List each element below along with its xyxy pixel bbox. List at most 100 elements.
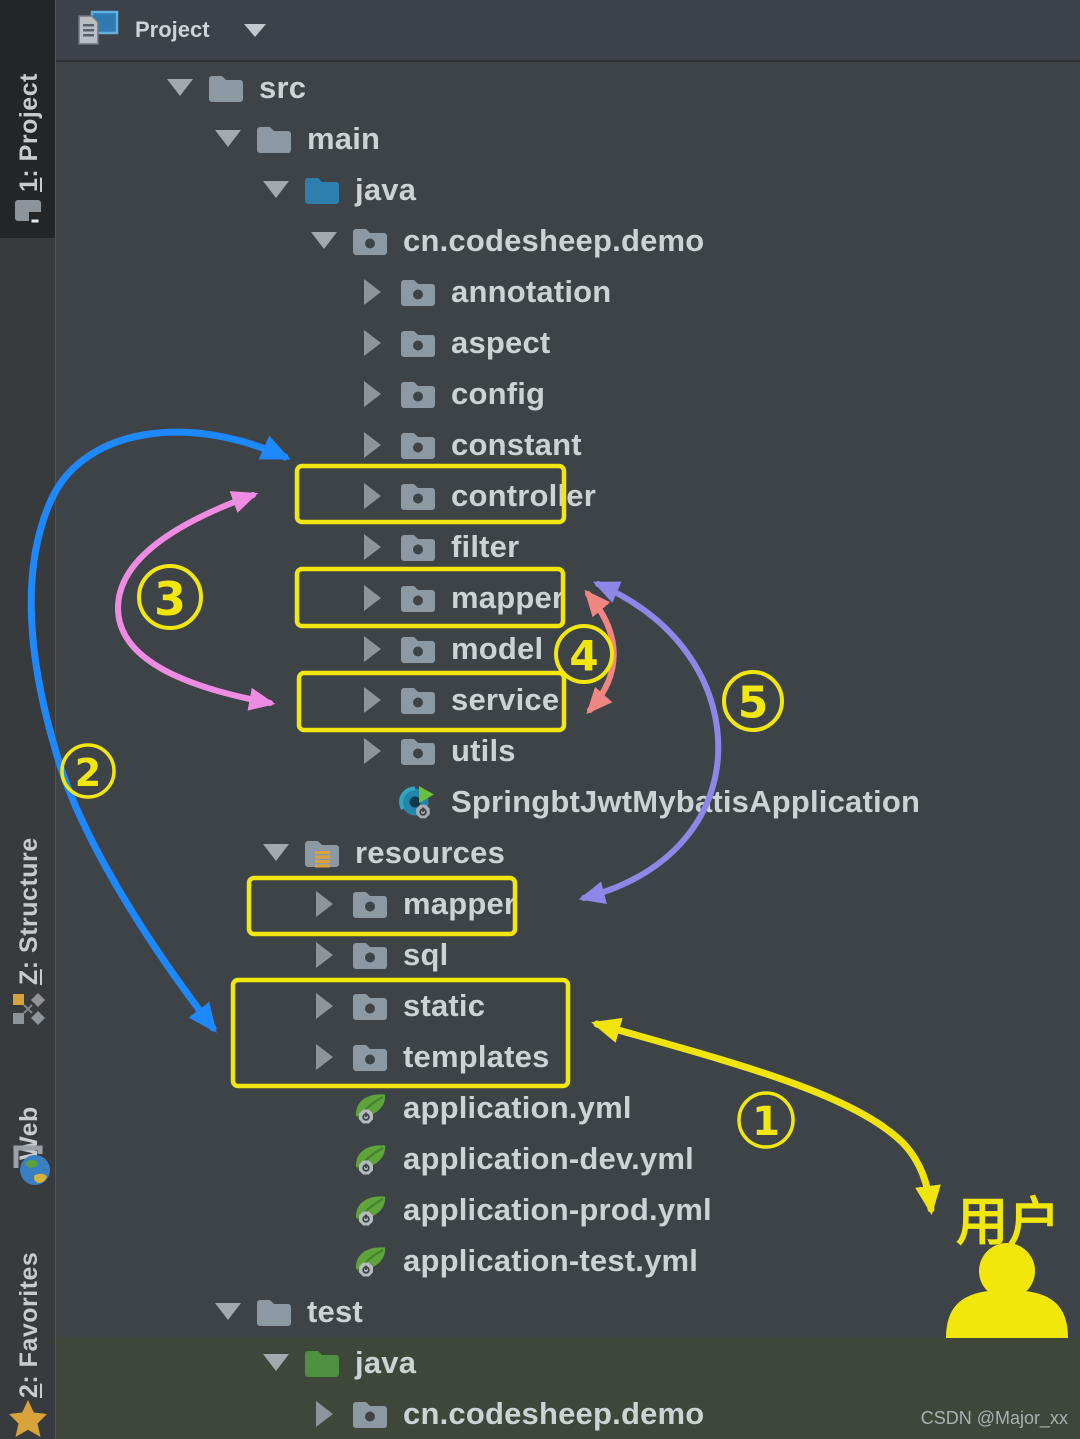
tool-window-button-structure[interactable]: Z: Structure — [15, 837, 44, 985]
package-icon — [399, 479, 437, 513]
web-globe-icon — [12, 1144, 52, 1193]
collapse-toggle-icon[interactable] — [215, 1303, 241, 1320]
package-icon — [351, 887, 389, 921]
tool-window-button-favorites[interactable]: 2: Favorites — [15, 1252, 44, 1398]
tree-row-application-dev-yml[interactable]: application-dev.yml — [55, 1133, 1080, 1184]
tree-row-label: application-test.yml — [403, 1243, 698, 1279]
project-tool-icon — [13, 196, 43, 231]
tree-row-label: SpringbtJwtMybatisApplication — [451, 784, 920, 820]
tool-window-stripe: 1: Project Z: Structure Web — [0, 0, 56, 1439]
tree-row-filter[interactable]: filter — [55, 521, 1080, 572]
tree-row-service[interactable]: service — [55, 674, 1080, 725]
tree-row-test[interactable]: test — [55, 1286, 1080, 1337]
collapse-toggle-icon[interactable] — [215, 130, 241, 147]
tree-row-label: java — [355, 1345, 416, 1381]
tree-row-label: aspect — [451, 325, 550, 361]
expand-toggle-icon[interactable] — [359, 738, 385, 764]
expand-toggle-icon[interactable] — [359, 330, 385, 356]
package-icon — [399, 326, 437, 360]
tree-row-application-prod-yml[interactable]: application-prod.yml — [55, 1184, 1080, 1235]
tree-row-label: templates — [403, 1039, 550, 1075]
intellij-project-panel: 1: Project Z: Structure Web — [0, 0, 1080, 1439]
tree-row-application-yml[interactable]: application.yml — [55, 1082, 1080, 1133]
expand-toggle-icon[interactable] — [311, 942, 337, 968]
tree-row-sql[interactable]: sql — [55, 929, 1080, 980]
collapse-toggle-icon[interactable] — [263, 181, 289, 198]
tree-row-label: src — [259, 70, 306, 106]
tree-row-label: application-prod.yml — [403, 1192, 712, 1228]
project-panel-header: Project — [55, 0, 1080, 62]
package-icon — [399, 377, 437, 411]
tree-row-java[interactable]: java — [55, 1337, 1080, 1388]
tree-row-annotation[interactable]: annotation — [55, 266, 1080, 317]
expand-toggle-icon[interactable] — [359, 585, 385, 611]
tree-row-label: model — [451, 631, 543, 667]
tree-row-label: sql — [403, 937, 448, 973]
expand-toggle-icon[interactable] — [359, 483, 385, 509]
tree-row-config[interactable]: config — [55, 368, 1080, 419]
tree-row-cn-codesheep-demo[interactable]: cn.codesheep.demo — [55, 215, 1080, 266]
package-icon — [351, 1040, 389, 1074]
project-view-selector[interactable]: Project — [77, 8, 266, 52]
collapse-toggle-icon[interactable] — [167, 79, 193, 96]
expand-toggle-icon[interactable] — [311, 1401, 337, 1427]
collapse-toggle-icon[interactable] — [263, 844, 289, 861]
tree-row-java[interactable]: java — [55, 164, 1080, 215]
package-icon — [399, 428, 437, 462]
collapse-toggle-icon[interactable] — [263, 1354, 289, 1371]
package-icon — [399, 632, 437, 666]
tree-row-label: filter — [451, 529, 519, 565]
project-view-title: Project — [135, 17, 210, 43]
tool-window-button-project[interactable]: 1: Project — [15, 73, 44, 192]
tree-row-label: static — [403, 988, 485, 1024]
tree-row-cn-codesheep-demo[interactable]: cn.codesheep.demo — [55, 1388, 1080, 1439]
tree-row-label: cn.codesheep.demo — [403, 1396, 704, 1432]
tree-row-static[interactable]: static — [55, 980, 1080, 1031]
tree-row-templates[interactable]: templates — [55, 1031, 1080, 1082]
tree-row-controller[interactable]: controller — [55, 470, 1080, 521]
folder-sources-icon — [303, 173, 341, 207]
spring-config-icon — [351, 1142, 389, 1176]
tree-row-model[interactable]: model — [55, 623, 1080, 674]
expand-toggle-icon[interactable] — [359, 636, 385, 662]
tree-row-main[interactable]: main — [55, 113, 1080, 164]
tree-row-label: mapper — [451, 580, 564, 616]
tree-row-label: annotation — [451, 274, 611, 310]
tree-row-label: config — [451, 376, 545, 412]
tree-row-mapper[interactable]: mapper — [55, 878, 1080, 929]
expand-toggle-icon[interactable] — [359, 432, 385, 458]
tree-row-aspect[interactable]: aspect — [55, 317, 1080, 368]
tree-row-mapper[interactable]: mapper — [55, 572, 1080, 623]
expand-toggle-icon[interactable] — [359, 687, 385, 713]
folder-resources-icon — [303, 836, 341, 870]
tree-row-label: controller — [451, 478, 596, 514]
tree-row-label: service — [451, 682, 559, 718]
package-icon — [399, 734, 437, 768]
tree-row-src[interactable]: src — [55, 62, 1080, 113]
tree-row-springbtjwtmybatisapplication[interactable]: SpringbtJwtMybatisApplication — [55, 776, 1080, 827]
tree-row-resources[interactable]: resources — [55, 827, 1080, 878]
tree-row-label: main — [307, 121, 380, 157]
folder-icon — [207, 71, 245, 105]
spring-config-icon — [351, 1193, 389, 1227]
expand-toggle-icon[interactable] — [311, 891, 337, 917]
tree-row-constant[interactable]: constant — [55, 419, 1080, 470]
folder-test-icon — [303, 1346, 341, 1380]
tree-row-label: resources — [355, 835, 505, 871]
springboot-icon — [399, 785, 437, 819]
expand-toggle-icon[interactable] — [359, 534, 385, 560]
expand-toggle-icon[interactable] — [311, 1044, 337, 1070]
package-icon — [351, 1397, 389, 1431]
project-view-icon — [77, 9, 119, 52]
tree-row-utils[interactable]: utils — [55, 725, 1080, 776]
folder-icon — [255, 1295, 293, 1329]
collapse-toggle-icon[interactable] — [311, 232, 337, 249]
expand-toggle-icon[interactable] — [359, 279, 385, 305]
package-icon — [351, 989, 389, 1023]
tree-row-label: mapper — [403, 886, 516, 922]
folder-icon — [255, 122, 293, 156]
expand-toggle-icon[interactable] — [359, 381, 385, 407]
expand-toggle-icon[interactable] — [311, 993, 337, 1019]
chevron-down-icon — [244, 24, 266, 37]
tree-row-application-test-yml[interactable]: application-test.yml — [55, 1235, 1080, 1286]
